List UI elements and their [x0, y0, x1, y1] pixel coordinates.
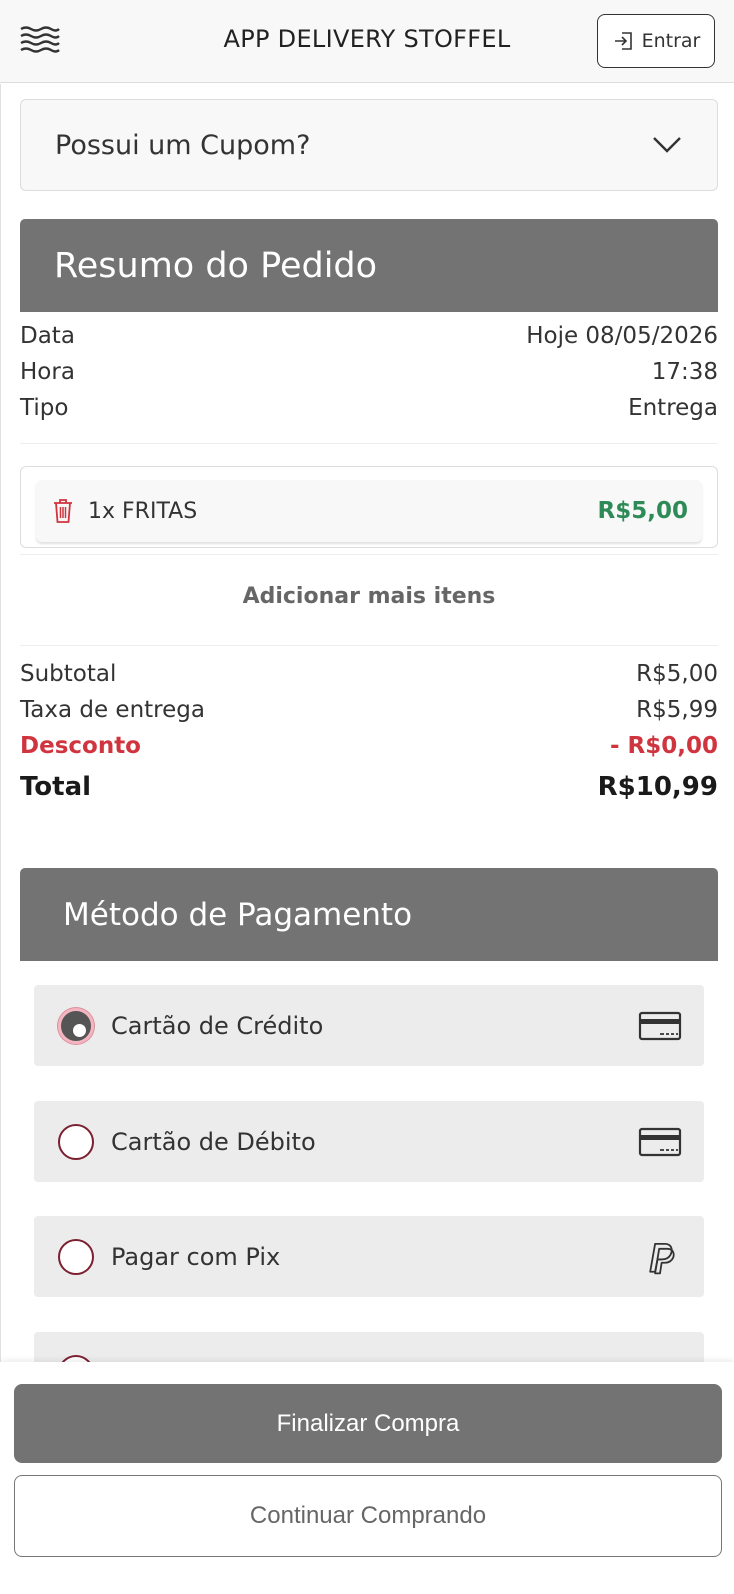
- payment-radio[interactable]: [58, 1238, 94, 1275]
- coupon-label: Possui um Cupom?: [55, 129, 311, 161]
- subtotal-row: Subtotal R$5,00: [20, 661, 718, 687]
- payment-option-partial[interactable]: [34, 1332, 704, 1362]
- total-label: Total: [20, 772, 92, 802]
- credit-card-icon: [638, 1011, 682, 1040]
- summary-row-label: Tipo: [20, 395, 69, 421]
- payment-option-debit-card[interactable]: Cartão de Débito: [34, 1101, 704, 1182]
- payment-method-header: Método de Pagamento: [20, 868, 718, 961]
- divider: [20, 554, 718, 555]
- payment-radio[interactable]: [58, 1007, 94, 1044]
- coupon-toggle[interactable]: Possui um Cupom?: [20, 99, 718, 191]
- chevron-down-icon: [653, 137, 681, 153]
- login-icon: [614, 32, 632, 50]
- cart-item-name: 1x FRITAS: [88, 498, 198, 524]
- total-value: R$10,99: [597, 772, 718, 802]
- summary-row-value: 17:38: [651, 359, 718, 385]
- payment-option-credit-card[interactable]: Cartão de Crédito: [34, 985, 704, 1066]
- summary-row-value: Entrega: [628, 395, 718, 421]
- checkout-footer: Finalizar Compra Continuar Comprando: [0, 1362, 734, 1594]
- payment-radio[interactable]: [58, 1123, 94, 1160]
- login-button[interactable]: Entrar: [597, 14, 715, 68]
- summary-row-time: Hora 17:38: [20, 359, 718, 385]
- discount-label: Desconto: [20, 733, 141, 759]
- order-summary-header: Resumo do Pedido: [20, 219, 718, 312]
- divider: [20, 443, 718, 444]
- trash-icon[interactable]: [52, 498, 74, 524]
- checkout-content[interactable]: Possui um Cupom? Resumo do Pedido Data H…: [0, 84, 734, 1362]
- delivery-fee-label: Taxa de entrega: [20, 697, 205, 723]
- payment-option-label: Pagar com Pix: [111, 1242, 281, 1271]
- delivery-fee-value: R$5,99: [636, 697, 718, 723]
- payment-option-label: Cartão de Débito: [111, 1127, 316, 1156]
- login-label: Entrar: [641, 30, 701, 52]
- subtotal-label: Subtotal: [20, 661, 117, 687]
- payment-option-pix[interactable]: Pagar com Pix: [34, 1216, 704, 1297]
- cart-item-price: R$5,00: [597, 498, 688, 524]
- divider: [20, 645, 718, 646]
- paypal-icon: [649, 1242, 675, 1274]
- summary-row-value: Hoje 08/05/2026: [526, 323, 718, 349]
- total-row: Total R$10,99: [20, 772, 718, 802]
- payment-radio[interactable]: [58, 1354, 94, 1362]
- discount-value: - R$0,00: [609, 733, 718, 759]
- subtotal-value: R$5,00: [636, 661, 718, 687]
- summary-row-label: Hora: [20, 359, 75, 385]
- add-more-items-link[interactable]: Adicionar mais itens: [20, 584, 718, 609]
- cart-item: 1x FRITAS R$5,00: [36, 480, 702, 542]
- summary-row-date: Data Hoje 08/05/2026: [20, 323, 718, 349]
- finish-purchase-button[interactable]: Finalizar Compra: [14, 1384, 722, 1463]
- cart-item-card: 1x FRITAS R$5,00: [20, 466, 718, 548]
- discount-row: Desconto - R$0,00: [20, 733, 718, 759]
- summary-row-type: Tipo Entrega: [20, 395, 718, 421]
- menu-icon[interactable]: [20, 26, 60, 54]
- payment-option-label: Cartão de Crédito: [111, 1011, 324, 1040]
- delivery-fee-row: Taxa de entrega R$5,99: [20, 697, 718, 723]
- summary-row-label: Data: [20, 323, 75, 349]
- credit-card-icon: [638, 1127, 682, 1156]
- continue-shopping-button[interactable]: Continuar Comprando: [14, 1475, 722, 1557]
- app-header: APP DELIVERY STOFFEL Entrar: [0, 0, 734, 83]
